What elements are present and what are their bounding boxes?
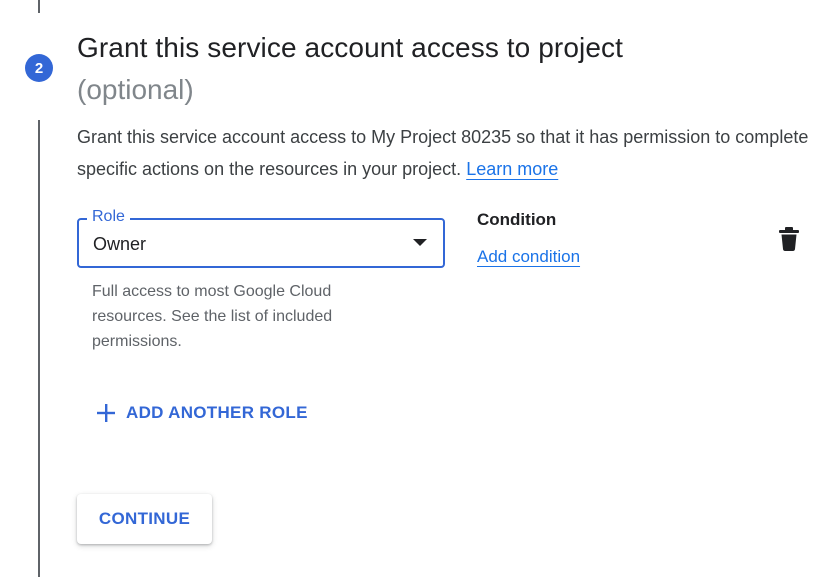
step-description: Grant this service account access to My … <box>77 121 837 185</box>
condition-heading: Condition <box>477 210 557 229</box>
role-selected-value: Owner <box>93 234 147 254</box>
continue-button[interactable]: CONTINUE <box>77 494 212 544</box>
step-description-text: Grant this service account access to My … <box>77 127 809 179</box>
delete-role-button[interactable] <box>774 222 804 256</box>
service-account-step-2: 2 Grant this service account access to p… <box>0 0 839 577</box>
continue-label: CONTINUE <box>98 509 191 528</box>
add-condition-link[interactable]: Add condition <box>477 245 580 269</box>
step-subtitle: (optional) <box>77 74 194 105</box>
role-select[interactable]: Role Owner <box>77 207 445 268</box>
step-number-badge: 2 <box>25 54 53 82</box>
plus-icon <box>97 404 115 422</box>
role-field-label: Role <box>87 207 130 227</box>
caret-down-icon <box>413 239 427 246</box>
trash-icon <box>779 227 799 251</box>
step-title: Grant this service account access to pro… <box>77 32 623 63</box>
role-help-text: Full access to most Google Cloud resourc… <box>92 283 333 350</box>
stepper-line-bottom <box>38 120 40 577</box>
learn-more-link[interactable]: Learn more <box>466 159 558 179</box>
add-another-role-label: ADD ANOTHER ROLE <box>126 403 308 422</box>
stepper-line-top <box>38 0 40 13</box>
add-another-role-button[interactable]: ADD ANOTHER ROLE <box>96 398 308 428</box>
